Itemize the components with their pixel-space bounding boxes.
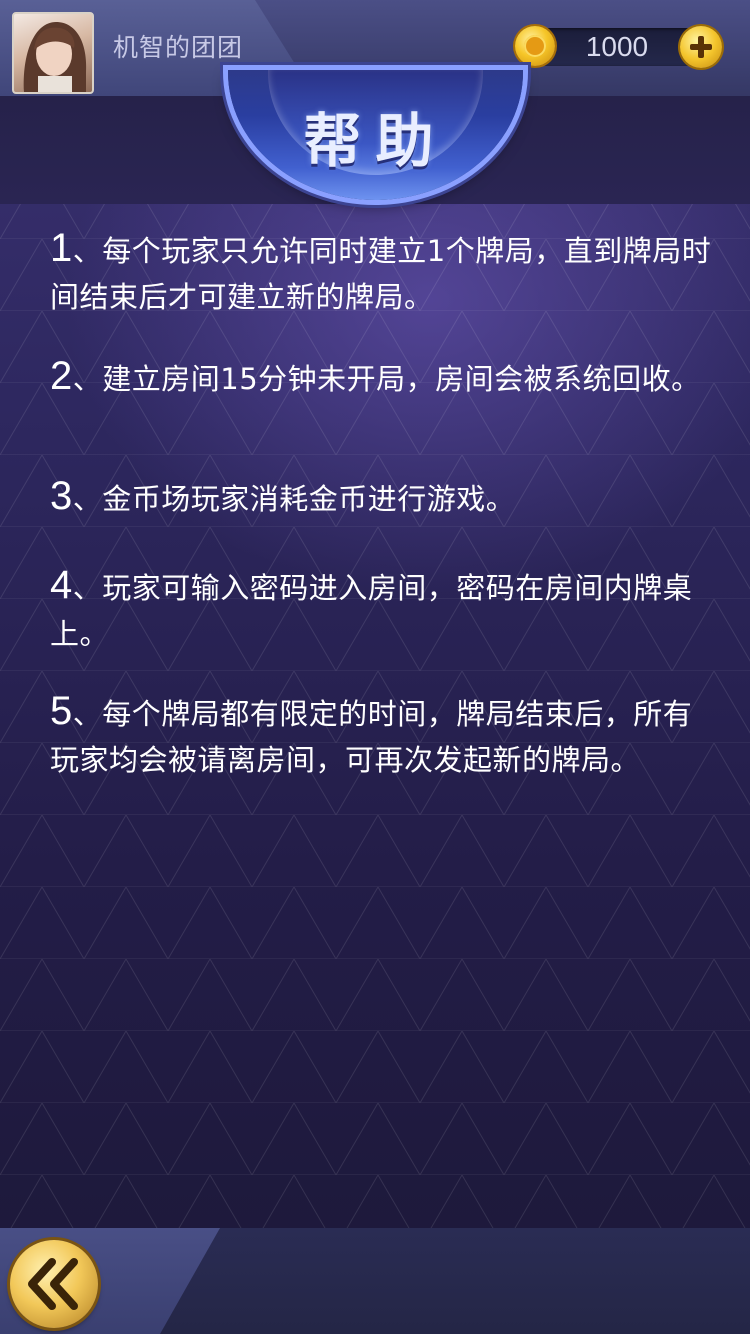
- rule-text: 、建立房间15分钟未开局，房间会被系统回收。: [72, 362, 701, 396]
- double-chevron-left-icon: [28, 1258, 78, 1310]
- add-coins-button[interactable]: [680, 26, 722, 68]
- avatar[interactable]: [12, 12, 94, 94]
- rule-text: 、每个牌局都有限定的时间，牌局结束后，所有玩家均会被请离房间，可再次发起新的牌局…: [50, 697, 693, 777]
- rule-item: 3、金币场玩家消耗金币进行游戏。: [50, 473, 515, 522]
- avatar-portrait: [23, 22, 87, 92]
- rule-text: 、金币场玩家消耗金币进行游戏。: [72, 482, 516, 516]
- rule-text: 、每个玩家只允许同时建立1个牌局，直到牌局时间结束后才可建立新的牌局。: [50, 234, 712, 314]
- rule-number: 2: [50, 354, 73, 398]
- gold-coin-icon: [515, 26, 555, 66]
- help-screen: 机智的团团 1000 帮助 1、每个玩家只允许同时建立1个牌局，直到牌局时间结束…: [0, 0, 750, 1334]
- rule-item: 5、每个牌局都有限定的时间，牌局结束后，所有玩家均会被请离房间，可再次发起新的牌…: [50, 688, 720, 783]
- coin-balance: 1000: [585, 31, 649, 62]
- rule-item: 4、玩家可输入密码进入房间，密码在房间内牌桌上。: [50, 562, 720, 657]
- rule-item: 1、每个玩家只允许同时建立1个牌局，直到牌局时间结束后才可建立新的牌局。: [50, 225, 720, 320]
- rule-number: 5: [50, 689, 73, 733]
- username: 机智的团团: [113, 33, 244, 62]
- page-title: 帮助: [303, 107, 448, 175]
- rule-number: 1: [50, 226, 73, 270]
- rule-number: 4: [50, 563, 73, 607]
- back-button[interactable]: [10, 1240, 98, 1328]
- rule-item: 2、建立房间15分钟未开局，房间会被系统回收。: [50, 353, 701, 402]
- rule-number: 3: [50, 474, 73, 518]
- rule-text: 、玩家可输入密码进入房间，密码在房间内牌桌上。: [50, 571, 693, 651]
